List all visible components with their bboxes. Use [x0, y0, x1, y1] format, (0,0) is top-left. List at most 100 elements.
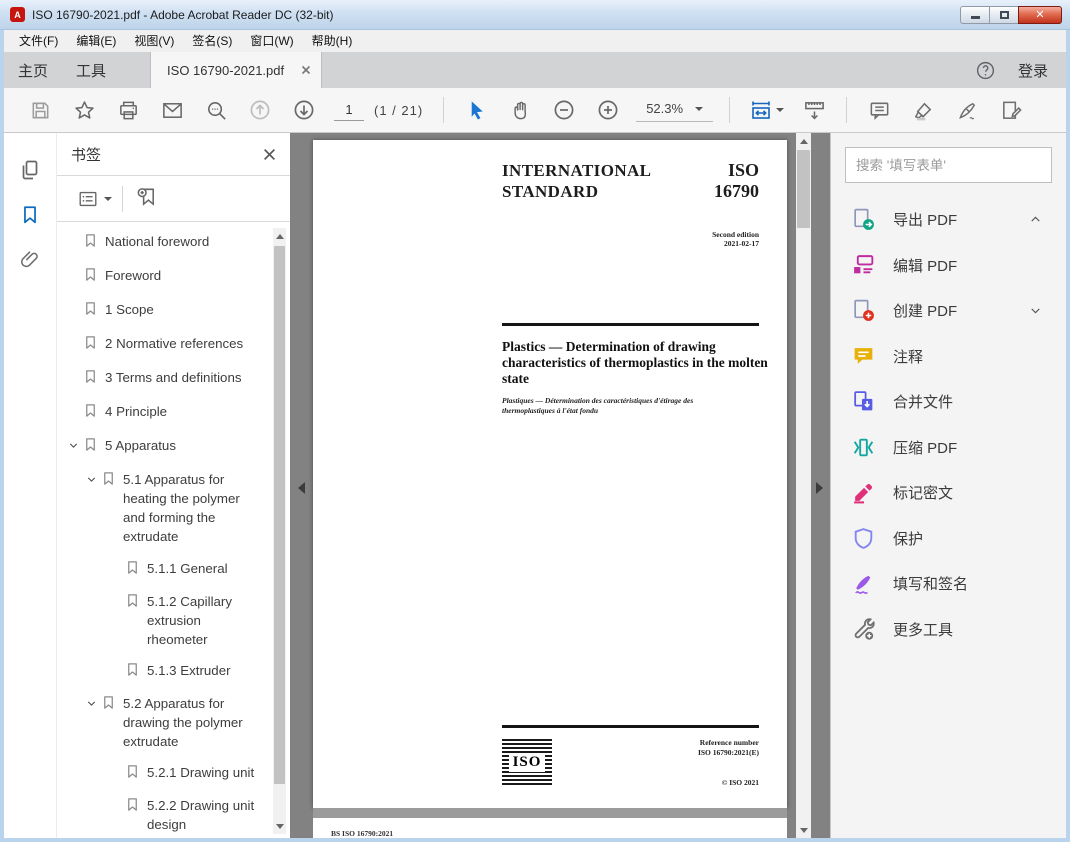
collapse-left-panel-icon[interactable] — [292, 477, 305, 499]
zoom-level-value: 52.3% — [646, 101, 684, 116]
page-thumbnails-icon[interactable] — [15, 157, 45, 183]
tool-edit-pdf[interactable]: 编辑 PDF — [845, 243, 1052, 289]
scroll-down-icon[interactable] — [796, 823, 811, 838]
titlebar: A ISO 16790-2021.pdf - Adobe Acrobat Rea… — [0, 0, 1070, 30]
document-scrollbar[interactable] — [796, 133, 811, 838]
scrollbar-thumb[interactable] — [274, 246, 285, 784]
tools-search-input[interactable] — [845, 147, 1052, 183]
close-button[interactable]: ✕ — [1018, 5, 1062, 24]
bookmark-options-icon[interactable] — [77, 188, 112, 210]
bookmark-icon — [125, 796, 147, 817]
minimize-button[interactable] — [960, 5, 989, 24]
bookmark-item[interactable]: 5 Apparatus — [57, 436, 290, 457]
fill-and-sign-icon — [851, 571, 877, 596]
previous-page-icon[interactable] — [245, 95, 275, 125]
fit-width-icon[interactable] — [747, 95, 785, 125]
tool-redact[interactable]: 标记密文 — [845, 470, 1052, 516]
menu-view[interactable]: 视图(V) — [125, 30, 183, 52]
bookmark-item[interactable]: 2 Normative references — [57, 334, 290, 355]
tool-protect[interactable]: 保护 — [845, 516, 1052, 562]
doc-rule-top — [502, 323, 759, 326]
print-icon[interactable] — [113, 95, 143, 125]
bookmark-item[interactable]: 4 Principle — [57, 402, 290, 423]
scroll-up-icon[interactable] — [796, 133, 811, 148]
search-icon[interactable] — [201, 95, 231, 125]
bookmark-icon — [125, 592, 147, 613]
bookmark-item[interactable]: 5.2 Apparatus for drawing the polymer ex… — [57, 694, 290, 751]
menu-help[interactable]: 帮助(H) — [303, 30, 362, 52]
hand-tool-icon[interactable] — [505, 95, 535, 125]
create-pdf-icon — [851, 298, 877, 323]
tool-combine-files[interactable]: 合并文件 — [845, 379, 1052, 425]
bookmark-item[interactable]: National foreword — [57, 232, 290, 253]
bookmark-item[interactable]: 5.2.1 Drawing unit — [57, 763, 290, 784]
scrollbar-thumb[interactable] — [797, 150, 810, 228]
document-viewer[interactable]: INTERNATIONAL STANDARD ISO 16790 Second … — [290, 133, 830, 838]
page-separator — [313, 808, 787, 818]
edit-pdf-icon — [851, 253, 877, 278]
tab-home[interactable]: 主页 — [4, 52, 62, 88]
bookmark-item[interactable]: 5.1.1 General — [57, 559, 290, 580]
help-icon[interactable] — [975, 60, 996, 81]
pdf-page-1: INTERNATIONAL STANDARD ISO 16790 Second … — [313, 140, 787, 808]
tab-document[interactable]: ISO 16790-2021.pdf — [150, 52, 323, 88]
tool-export-pdf[interactable]: 导出 PDF — [845, 197, 1052, 243]
select-tool-icon[interactable] — [461, 95, 491, 125]
save-icon[interactable] — [25, 95, 55, 125]
menu-file[interactable]: 文件(F) — [10, 30, 67, 52]
combine-files-icon — [851, 389, 877, 414]
tool-create-pdf[interactable]: 创建 PDF — [845, 288, 1052, 334]
bookmark-item[interactable]: 1 Scope — [57, 300, 290, 321]
star-favorites-icon[interactable] — [69, 95, 99, 125]
scroll-up-icon[interactable] — [273, 228, 286, 243]
maximize-button[interactable] — [989, 5, 1018, 24]
email-icon[interactable] — [157, 95, 187, 125]
menu-sign[interactable]: 签名(S) — [183, 30, 241, 52]
zoom-level-dropdown[interactable]: 52.3% — [636, 98, 714, 122]
bookmark-item[interactable]: 5.1 Apparatus for heating the polymer an… — [57, 470, 290, 546]
tool-more-tools[interactable]: 更多工具 — [845, 607, 1052, 653]
chevron-down-icon[interactable] — [81, 470, 101, 485]
doc-next-page-header: BS ISO 16790:2021 — [331, 829, 394, 838]
zoom-out-icon[interactable] — [549, 95, 579, 125]
chevron-down-icon[interactable] — [81, 694, 101, 709]
bookmark-icon — [125, 661, 147, 682]
panel-close-icon[interactable] — [263, 148, 276, 161]
zoom-in-icon[interactable] — [593, 95, 623, 125]
scroll-down-icon[interactable] — [273, 819, 286, 834]
tab-close-icon[interactable] — [301, 65, 311, 75]
menu-edit[interactable]: 编辑(E) — [67, 30, 125, 52]
tool-fill-and-sign[interactable]: 填写和签名 — [845, 561, 1052, 607]
menu-window[interactable]: 窗口(W) — [241, 30, 302, 52]
bookmarks-scrollbar[interactable] — [273, 228, 286, 834]
comment-note-icon[interactable] — [864, 95, 894, 125]
chevron-down-icon — [695, 106, 704, 115]
bookmarks-panel: 书签 National foreword Foreword 1 Scope 2 … — [56, 133, 290, 838]
chevron-up-icon[interactable] — [1029, 213, 1042, 226]
expand-current-bookmark-icon[interactable] — [135, 185, 158, 213]
bookmark-item[interactable]: 5.2.2 Drawing unit design — [57, 796, 290, 834]
sign-pen-icon[interactable] — [952, 95, 982, 125]
page-display-icon[interactable] — [799, 95, 829, 125]
tab-tools[interactable]: 工具 — [62, 52, 120, 88]
menu-bar: 文件(F) 编辑(E) 视图(V) 签名(S) 窗口(W) 帮助(H) — [4, 30, 1066, 52]
page-number-input[interactable] — [334, 99, 364, 121]
doc-rule-bottom — [502, 725, 759, 728]
collapse-right-panel-icon[interactable] — [815, 477, 828, 499]
bookmark-item[interactable]: 5.1.2 Capillary extrusion rheometer — [57, 592, 290, 649]
bookmark-item[interactable]: 3 Terms and definitions — [57, 368, 290, 389]
iso-logo: ISO — [502, 739, 552, 785]
highlight-icon[interactable] — [908, 95, 938, 125]
fill-and-sign-icon[interactable] — [996, 95, 1026, 125]
bookmark-item[interactable]: Foreword — [57, 266, 290, 287]
bookmark-item[interactable]: 5.1.3 Extruder — [57, 661, 290, 682]
chevron-down-icon[interactable] — [63, 436, 83, 451]
next-page-icon[interactable] — [289, 95, 319, 125]
sign-in-button[interactable]: 登录 — [1018, 60, 1048, 81]
tool-comment[interactable]: 注释 — [845, 334, 1052, 380]
attachments-icon[interactable] — [15, 247, 45, 273]
bookmarks-icon[interactable] — [15, 202, 45, 228]
bookmarks-panel-title: 书签 — [71, 146, 102, 164]
chevron-down-icon[interactable] — [1029, 304, 1042, 317]
tool-compress-pdf[interactable]: 压缩 PDF — [845, 425, 1052, 471]
